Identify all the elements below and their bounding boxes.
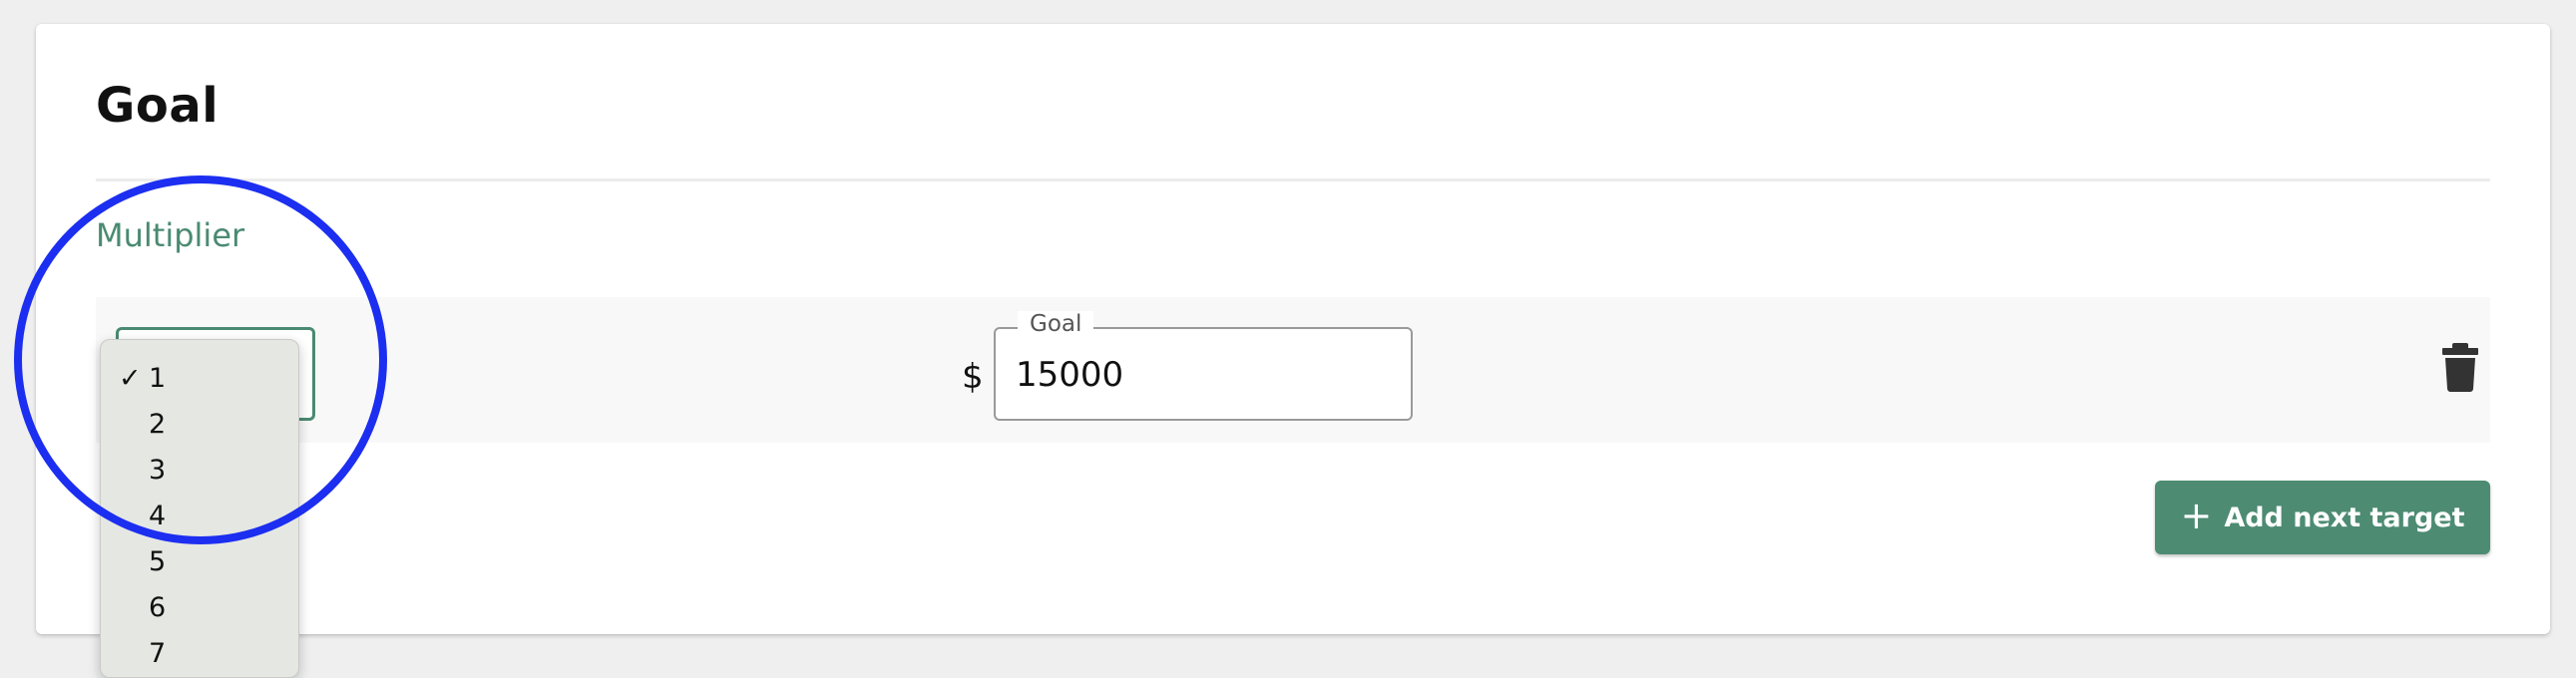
dropdown-option-label: 3 — [149, 455, 167, 486]
checkmark-icon: ✓ — [119, 363, 142, 394]
add-next-target-button[interactable]: + Add next target — [2155, 481, 2490, 554]
dropdown-option-5[interactable]: 5 — [101, 539, 298, 585]
dropdown-option-label: 7 — [149, 638, 167, 669]
dropdown-option-2[interactable]: 2 — [101, 402, 298, 448]
dropdown-option-label: 6 — [149, 592, 167, 623]
dropdown-option-6[interactable]: 6 — [101, 585, 298, 631]
dropdown-option-label: 1 — [149, 363, 167, 394]
page-title: Goal — [96, 78, 219, 134]
dropdown-option-label: 4 — [149, 501, 167, 531]
plus-icon: + — [2180, 494, 2213, 537]
delete-button[interactable] — [2438, 341, 2482, 393]
goal-field[interactable]: Goal — [994, 311, 1413, 421]
goal-input[interactable] — [1016, 353, 1385, 397]
add-next-target-label: Add next target — [2224, 502, 2465, 533]
divider — [96, 178, 2490, 181]
multiplier-label: Multiplier — [96, 216, 245, 254]
currency-symbol: $ — [962, 357, 984, 397]
trash-icon — [2442, 343, 2478, 392]
dropdown-option-7[interactable]: 7 — [101, 631, 298, 677]
dropdown-option-4[interactable]: 4 — [101, 494, 298, 539]
dropdown-option-label: 5 — [149, 546, 167, 577]
goal-field-label: Goal — [1018, 311, 1094, 337]
dropdown-option-1[interactable]: ✓ 1 — [101, 356, 298, 402]
dropdown-option-3[interactable]: 3 — [101, 448, 298, 494]
dropdown-option-label: 2 — [149, 409, 167, 440]
multiplier-dropdown: ✓ 1 2 3 4 5 6 7 — [100, 339, 299, 678]
goal-card: Goal Multiplier $ Goal + Add next target — [36, 24, 2550, 634]
